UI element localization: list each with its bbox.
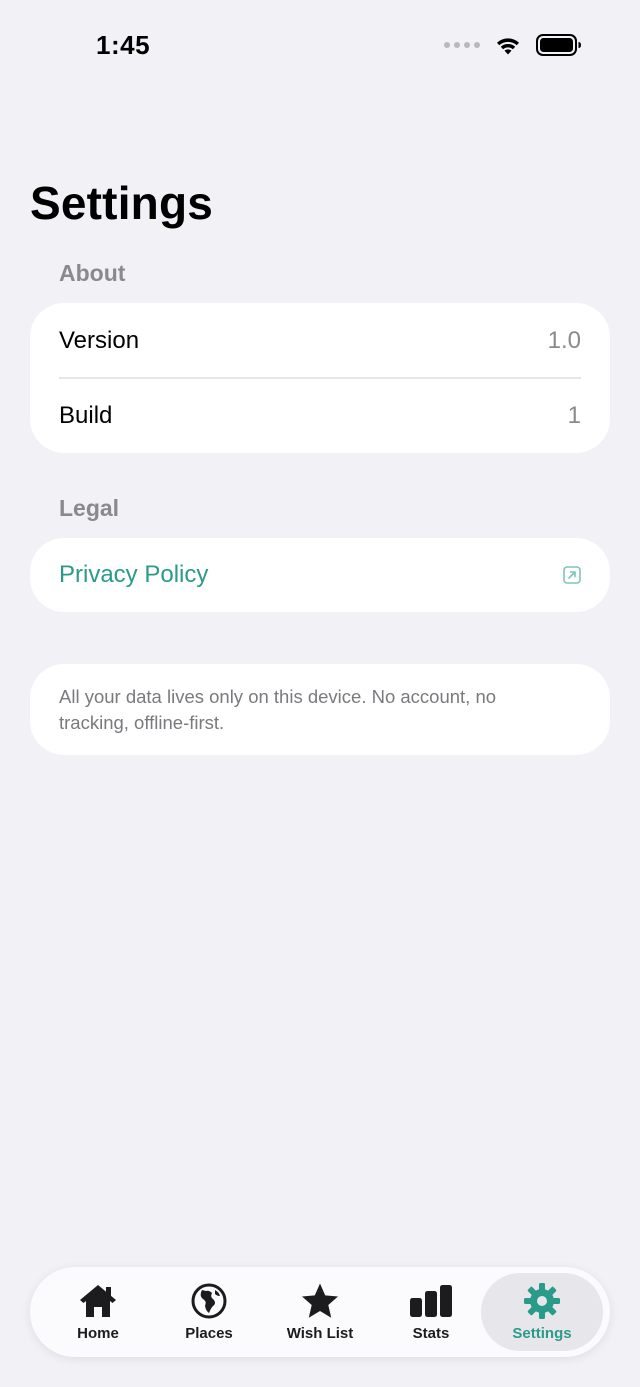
tab-settings-label: Settings — [512, 1325, 572, 1342]
tab-stats-label: Stats — [412, 1325, 450, 1342]
privacy-policy-link[interactable]: Privacy Policy — [59, 557, 581, 593]
cellular-signal-icon — [444, 42, 480, 48]
build-value: 1 — [567, 402, 581, 429]
battery-icon — [536, 34, 581, 56]
house-icon — [78, 1281, 118, 1321]
wifi-icon — [497, 38, 519, 55]
tab-home-label: Home — [77, 1325, 119, 1342]
about-section-header: About — [59, 260, 126, 286]
tab-places-label: Places — [185, 1325, 233, 1342]
legal-section-header: Legal — [59, 495, 120, 521]
tab-wish-list-label: Wish List — [286, 1325, 354, 1342]
version-label: Version — [59, 327, 140, 354]
globe-icon — [190, 1281, 228, 1321]
external-link-icon — [563, 566, 581, 584]
page-title: Settings — [30, 177, 214, 229]
gear-icon — [523, 1281, 561, 1321]
tab-bar: Home Places Wish List Stats Settings — [30, 1267, 610, 1357]
privacy-info-card: All your data lives only on this device.… — [30, 664, 610, 755]
privacy-policy-card[interactable]: Privacy Policy — [30, 538, 610, 612]
privacy-info-text: All your data lives only on this device.… — [59, 686, 497, 733]
row-divider — [59, 377, 581, 379]
tab-places[interactable]: Places — [148, 1273, 270, 1351]
build-label: Build — [59, 402, 113, 429]
about-card: Version 1.0 Build 1 — [30, 303, 610, 453]
bar-chart-icon — [409, 1281, 453, 1321]
settings-screen: 1:45 Settings About Version 1.0 Build 1 … — [0, 0, 640, 1387]
privacy-policy-label: Privacy Policy — [59, 561, 209, 588]
tab-stats[interactable]: Stats — [370, 1273, 492, 1351]
version-row: Version 1.0 — [59, 323, 581, 359]
tab-settings[interactable]: Settings — [481, 1273, 603, 1351]
star-icon — [300, 1281, 340, 1321]
status-time: 1:45 — [96, 30, 151, 60]
status-indicators — [444, 34, 582, 56]
tab-home[interactable]: Home — [37, 1273, 159, 1351]
version-value: 1.0 — [547, 327, 581, 354]
build-row: Build 1 — [59, 398, 581, 434]
tab-wish-list[interactable]: Wish List — [259, 1273, 381, 1351]
